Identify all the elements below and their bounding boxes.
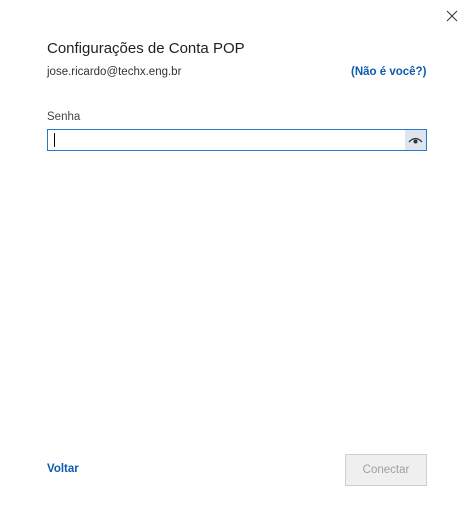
password-input[interactable] (48, 130, 398, 150)
dialog-title: Configurações de Conta POP (47, 40, 245, 57)
close-button[interactable] (442, 6, 462, 26)
text-caret (54, 133, 55, 147)
password-label: Senha (47, 111, 81, 123)
account-email: jose.ricardo@techx.eng.br (47, 66, 182, 78)
connect-button[interactable]: Conectar (345, 454, 427, 486)
pop-account-settings-dialog: Configurações de Conta POP jose.ricardo@… (0, 0, 474, 532)
eye-icon (408, 137, 423, 144)
password-field[interactable] (47, 129, 427, 151)
reveal-password-button[interactable] (405, 130, 426, 150)
not-you-link[interactable]: (Não é você?) (351, 66, 426, 78)
close-icon (446, 10, 458, 22)
back-link[interactable]: Voltar (47, 463, 79, 475)
